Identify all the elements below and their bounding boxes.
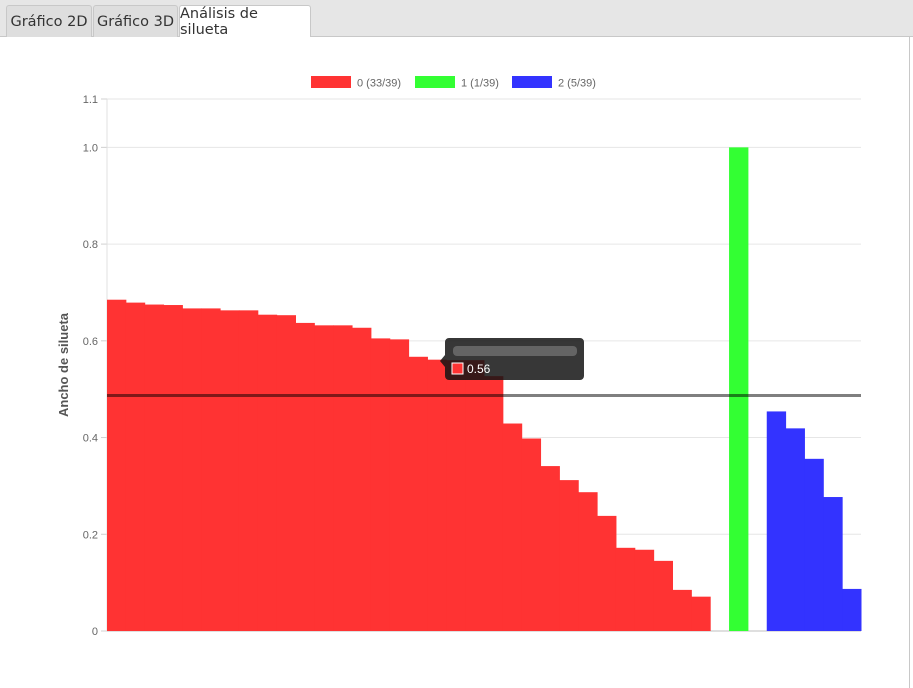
bar-series-0[interactable] <box>295 322 315 631</box>
bar-series-0[interactable] <box>370 338 391 631</box>
y-axis-label: Ancho de silueta <box>56 312 71 417</box>
y-tick-label: 0.2 <box>83 529 98 541</box>
bar-layer <box>107 147 862 632</box>
bar-series-1[interactable] <box>729 147 749 632</box>
y-tick-label: 0.4 <box>83 433 98 445</box>
bar-series-2[interactable] <box>842 588 862 631</box>
bar-series-0[interactable] <box>446 360 466 631</box>
bar-series-0[interactable] <box>484 376 504 631</box>
legend-swatch-1[interactable] <box>415 76 455 88</box>
bar-series-0[interactable] <box>182 308 202 631</box>
bar-series-0[interactable] <box>502 423 523 631</box>
tooltip: 0.56 <box>440 338 584 380</box>
legend-label-2[interactable]: 2 (5/39) <box>558 78 596 90</box>
bar-series-0[interactable] <box>653 560 673 631</box>
bar-series-0[interactable] <box>144 304 165 631</box>
bar-series-0[interactable] <box>559 480 579 631</box>
bar-series-0[interactable] <box>238 310 259 631</box>
tooltip-value: 0.56 <box>467 362 491 376</box>
bar-series-0[interactable] <box>389 339 410 631</box>
legend-swatch-2[interactable] <box>512 76 552 88</box>
bar-series-0[interactable] <box>521 438 542 631</box>
bar-series-0[interactable] <box>578 492 598 631</box>
y-tick-label: 1.0 <box>83 142 98 154</box>
bar-series-0[interactable] <box>257 314 278 631</box>
legend-swatch-0[interactable] <box>311 76 351 88</box>
bar-series-0[interactable] <box>201 308 221 631</box>
tab-panel-silhouette: 0 0.2 0.4 0.6 0.8 1.0 1.1 0 (33/39) 1 (1/39) 2 (… <box>0 37 910 688</box>
bar-series-0[interactable] <box>634 549 655 631</box>
bar-series-0[interactable] <box>672 589 692 631</box>
tooltip-title-redacted <box>453 346 577 356</box>
bar-series-0[interactable] <box>691 596 711 631</box>
tab-analisis-de-silueta[interactable]: Análisis de silueta <box>179 5 311 38</box>
bar-series-0[interactable] <box>314 325 334 631</box>
silhouette-chart: 0 0.2 0.4 0.6 0.8 1.0 1.1 0 (33/39) 1 (1/39) 2 (… <box>56 76 862 638</box>
bar-series-0[interactable] <box>107 299 127 631</box>
bar-series-0[interactable] <box>615 547 636 631</box>
y-tick-label: 0.8 <box>83 239 98 251</box>
bar-series-0[interactable] <box>597 515 617 631</box>
tooltip-color-swatch <box>451 362 464 375</box>
bar-series-0[interactable] <box>408 356 428 631</box>
bar-series-2[interactable] <box>785 428 805 631</box>
bar-series-0[interactable] <box>427 359 447 631</box>
bar-series-0[interactable] <box>352 327 372 631</box>
bar-series-0[interactable] <box>540 466 560 631</box>
bar-series-0[interactable] <box>333 325 353 631</box>
bar-series-2[interactable] <box>823 497 843 631</box>
tab-grafico-2d[interactable]: Gráfico 2D <box>6 5 92 37</box>
legend: 0 (33/39) 1 (1/39) 2 (5/39) <box>311 76 596 90</box>
bar-series-0[interactable] <box>163 305 183 631</box>
y-tick-label: 0 <box>92 626 98 638</box>
bar-series-0[interactable] <box>276 315 296 631</box>
bar-series-0[interactable] <box>125 302 146 631</box>
tab-bar: Gráfico 2D Gráfico 3D Análisis de siluet… <box>0 0 913 38</box>
y-tick-label: 0.6 <box>83 336 98 348</box>
legend-label-0[interactable]: 0 (33/39) <box>357 78 401 90</box>
bar-series-2[interactable] <box>804 458 824 631</box>
y-tick-label: 1.1 <box>83 94 98 106</box>
legend-label-1[interactable]: 1 (1/39) <box>461 78 499 90</box>
tab-grafico-3d[interactable]: Gráfico 3D <box>93 5 178 37</box>
y-axis: 0 0.2 0.4 0.6 0.8 1.0 1.1 <box>83 94 108 638</box>
bar-series-0[interactable] <box>220 310 240 631</box>
bar-series-2[interactable] <box>766 411 787 631</box>
bar-series-0[interactable] <box>465 360 485 631</box>
